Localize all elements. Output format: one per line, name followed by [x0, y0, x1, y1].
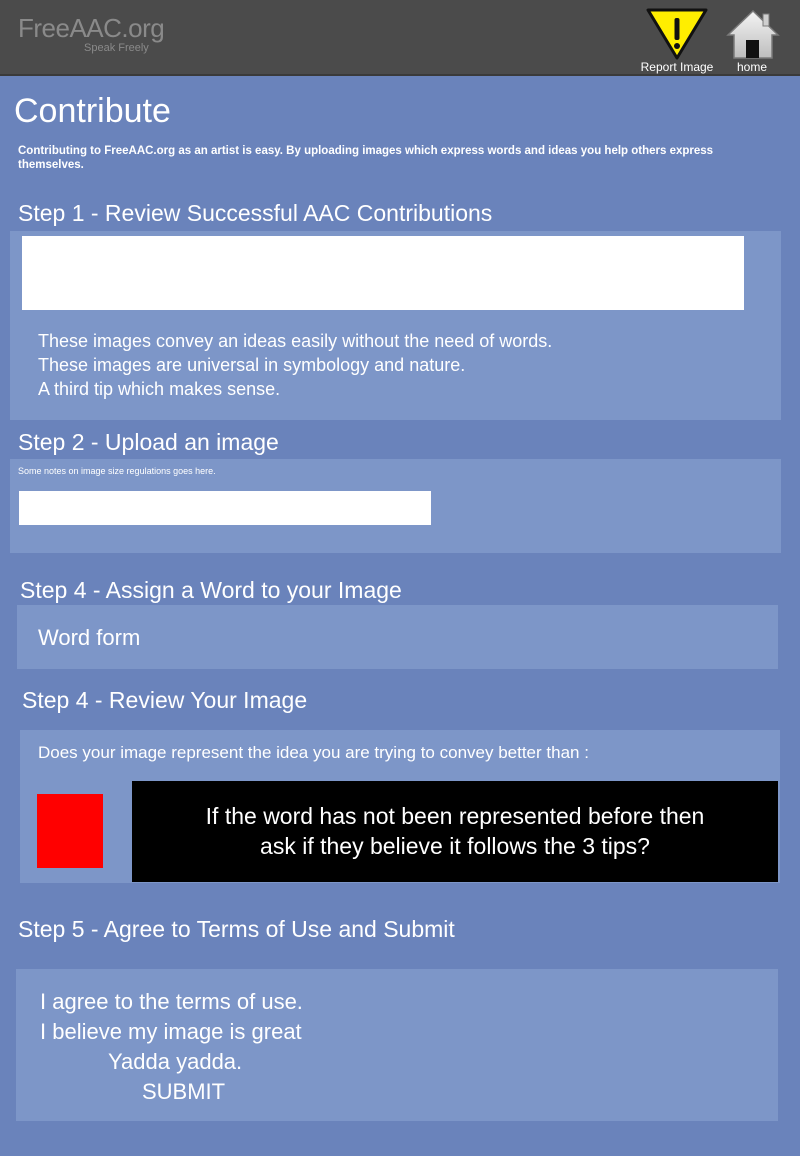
submit-button[interactable]: SUBMIT	[40, 1077, 303, 1107]
agree-image-line[interactable]: I believe my image is great	[40, 1017, 303, 1047]
home-label: home	[736, 60, 768, 74]
word-form-field[interactable]: Word form	[38, 625, 140, 651]
review-message-line: ask if they believe it follows the 3 tip…	[260, 833, 650, 859]
tip-item: These images convey an ideas easily with…	[38, 331, 553, 351]
image-upload-field[interactable]	[19, 491, 431, 525]
image-size-notes: Some notes on image size regulations goe…	[18, 466, 216, 476]
review-message-line: If the word has not been represented bef…	[205, 803, 705, 829]
site-logo[interactable]: FreeAAC.org	[18, 13, 165, 44]
comparison-image	[37, 794, 103, 868]
home-icon	[726, 9, 780, 59]
tip-item: These images are universal in symbology …	[38, 355, 466, 375]
report-image-button[interactable]: Report Image	[634, 6, 720, 76]
tips-list: These images convey an ideas easily with…	[38, 329, 552, 401]
page-title: Contribute	[14, 92, 171, 130]
review-message: If the word has not been represented bef…	[132, 781, 778, 882]
agreement-text: I agree to the terms of use. I believe m…	[40, 987, 303, 1107]
step1-heading: Step 1 - Review Successful AAC Contribut…	[18, 200, 493, 226]
step4-heading: Step 4 - Review Your Image	[22, 687, 308, 713]
step3-heading: Step 4 - Assign a Word to your Image	[20, 577, 402, 603]
warning-icon	[646, 8, 708, 60]
example-images-gallery	[22, 236, 744, 310]
home-button[interactable]: home	[722, 6, 782, 76]
site-tagline: Speak Freely	[84, 42, 149, 54]
agree-terms-line[interactable]: I agree to the terms of use.	[40, 987, 303, 1017]
intro-text: Contributing to FreeAAC.org as an artist…	[18, 145, 714, 171]
agree-yadda-line: Yadda yadda.	[108, 1049, 243, 1074]
step2-heading: Step 2 - Upload an image	[18, 429, 279, 455]
tip-item: A third tip which makes sense.	[38, 379, 281, 399]
step5-heading: Step 5 - Agree to Terms of Use and Submi…	[18, 916, 455, 942]
review-question: Does your image represent the idea you a…	[38, 743, 589, 762]
top-bar: FreeAAC.org Speak Freely Report Image ho…	[0, 0, 800, 76]
report-image-label: Report Image	[640, 60, 714, 74]
